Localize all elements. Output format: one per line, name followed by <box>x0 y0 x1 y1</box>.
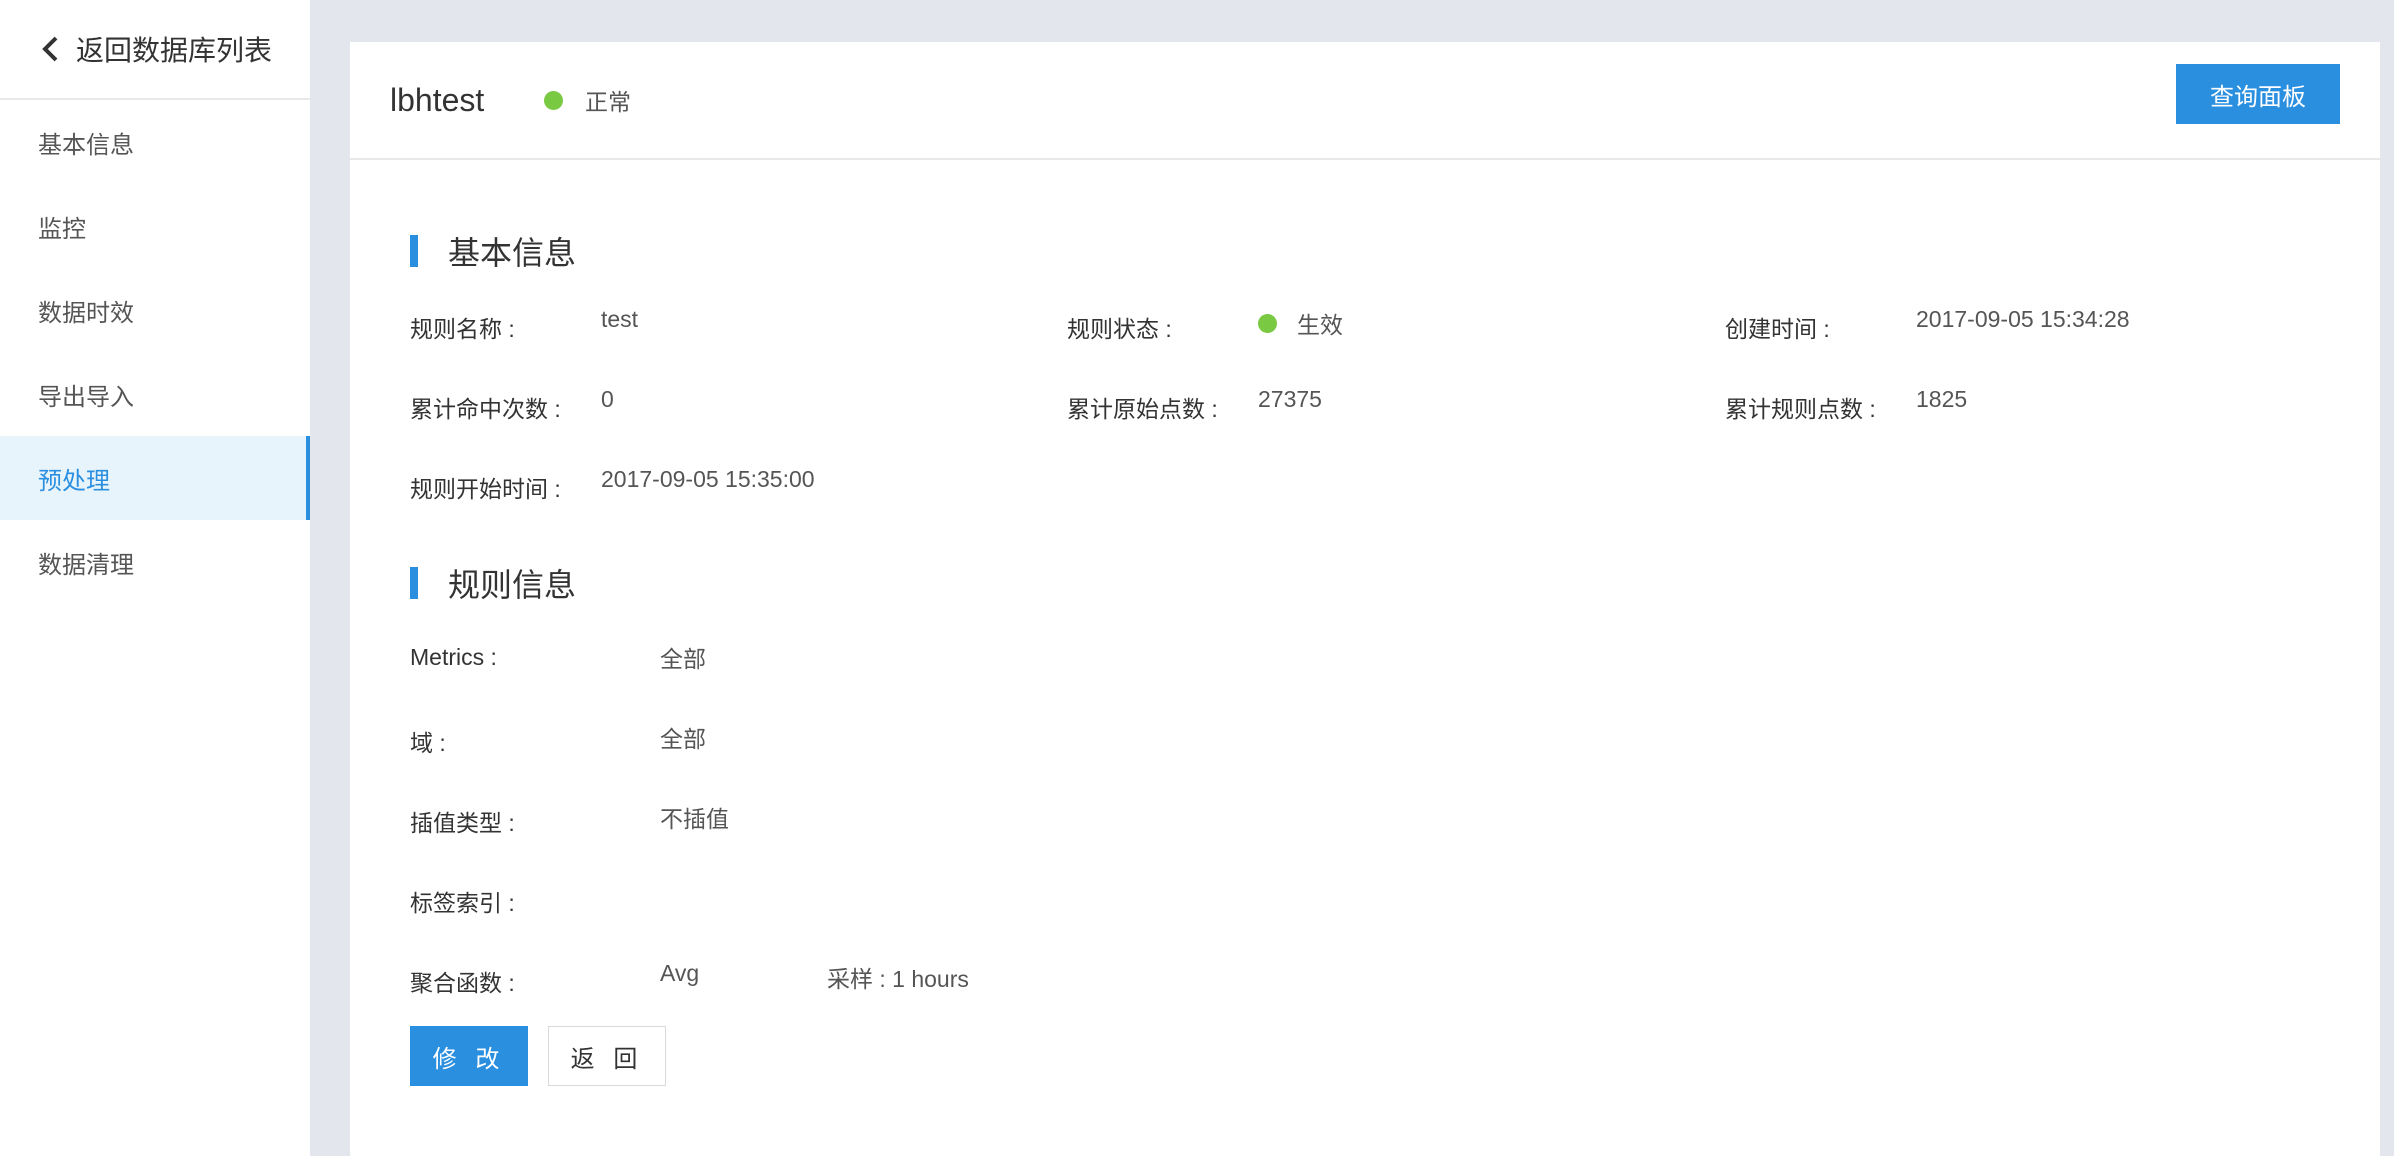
sidebar-item-monitor[interactable]: 监控 <box>0 184 310 268</box>
field-value: 1825 <box>1916 386 1968 412</box>
status-dot-icon <box>544 90 563 110</box>
sidebar-item-label: 监控 <box>38 215 86 243</box>
sidebar-item-label: 基本信息 <box>38 131 134 159</box>
field-label: 规则名称 : <box>410 316 515 342</box>
field-label: 标签索引 : <box>410 890 515 916</box>
field-label: 规则开始时间 : <box>410 476 561 502</box>
page-title: lbhtest <box>390 81 485 118</box>
status-dot-icon <box>1258 313 1277 333</box>
main-panel: lbhtest 正常 查询面板 基本信息 规则名称 : test 规则状态 : … <box>350 42 2380 1156</box>
field-label: 累计规则点数 : <box>1725 396 1876 422</box>
field-value: 不插值 <box>660 806 729 832</box>
field-label: 累计原始点数 : <box>1067 396 1218 422</box>
rule-status-text: 生效 <box>1297 312 1343 338</box>
field-value: 2017-09-05 15:35:00 <box>601 466 815 492</box>
field-value: 全部 <box>660 646 706 672</box>
field-value: 27375 <box>1258 386 1322 412</box>
section-title-basic-info: 基本信息 <box>410 228 576 274</box>
field-label: 插值类型 : <box>410 810 515 836</box>
field-label: 累计命中次数 : <box>410 396 561 422</box>
section-bar <box>410 567 418 599</box>
status-badge: 正常 <box>544 83 631 117</box>
section-title-text: 基本信息 <box>448 235 577 271</box>
section-title-rule-info: 规则信息 <box>410 560 576 606</box>
field-label: 聚合函数 : <box>410 970 515 996</box>
chevron-left-icon <box>42 36 58 62</box>
back-to-db-list-link[interactable]: 返回数据库列表 <box>0 0 310 100</box>
section-title-text: 规则信息 <box>448 567 577 603</box>
field-label: 规则状态 : <box>1067 316 1172 342</box>
status-text: 正常 <box>585 89 631 115</box>
sidebar: 返回数据库列表 基本信息 监控 数据时效 导出导入 预处理 数据清理 <box>0 0 310 1156</box>
field-value: 0 <box>601 386 614 412</box>
field-label: Metrics : <box>410 644 497 670</box>
sidebar-item-data-cleanup[interactable]: 数据清理 <box>0 520 310 604</box>
back-link-label: 返回数据库列表 <box>76 35 273 66</box>
field-value: 2017-09-05 15:34:28 <box>1916 306 2130 332</box>
field-value: test <box>601 306 639 332</box>
sidebar-item-preprocess[interactable]: 预处理 <box>0 436 310 520</box>
field-value: 生效 <box>1258 306 1343 340</box>
field-label: 域 : <box>410 730 446 756</box>
edit-button[interactable]: 修 改 <box>410 1026 528 1086</box>
page-header: lbhtest 正常 查询面板 <box>350 42 2380 160</box>
back-button[interactable]: 返 回 <box>548 1026 666 1086</box>
sidebar-item-basic-info[interactable]: 基本信息 <box>0 100 310 184</box>
sidebar-item-data-retention[interactable]: 数据时效 <box>0 268 310 352</box>
sidebar-item-import-export[interactable]: 导出导入 <box>0 352 310 436</box>
field-label: 创建时间 : <box>1725 316 1830 342</box>
sidebar-item-label: 数据时效 <box>38 299 134 327</box>
field-value: Avg <box>660 960 700 986</box>
field-value: 全部 <box>660 726 706 752</box>
section-bar <box>410 235 418 267</box>
sidebar-item-label: 预处理 <box>38 467 110 495</box>
query-panel-button[interactable]: 查询面板 <box>2176 64 2340 124</box>
sidebar-item-label: 数据清理 <box>38 551 134 579</box>
sample-interval-text: 采样 : 1 hours <box>827 966 969 992</box>
sidebar-item-label: 导出导入 <box>38 383 134 411</box>
